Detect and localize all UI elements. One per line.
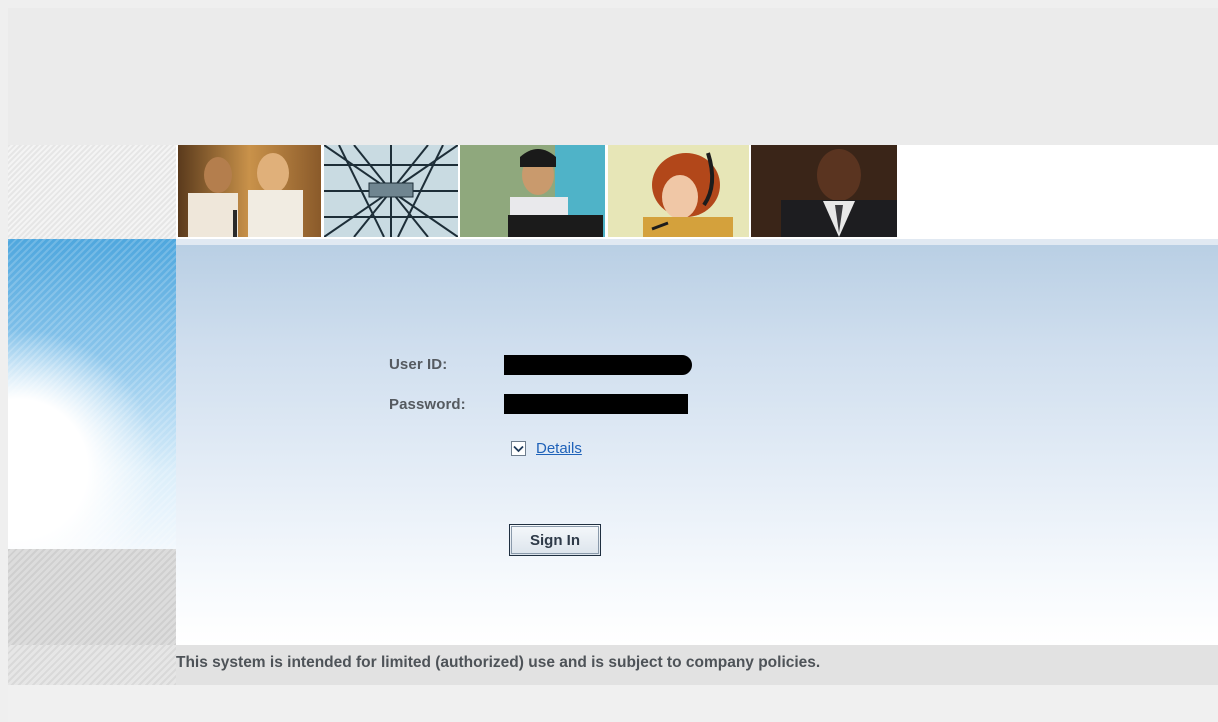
password-label: Password: (389, 396, 466, 413)
details-toggle[interactable]: Details (511, 440, 582, 457)
decor-globe-panel (8, 239, 176, 549)
bottom-band (8, 685, 1218, 722)
banner-photo-laptop (460, 145, 605, 237)
user-id-label: User ID: (389, 356, 448, 373)
footer-band: This system is intended for limited (aut… (8, 645, 1218, 685)
banner-photo-colleagues (178, 145, 321, 237)
photo-banner (8, 145, 1218, 239)
banner-pattern (8, 145, 176, 239)
decor-gray-panel (8, 549, 176, 645)
details-link[interactable]: Details (536, 440, 582, 457)
user-id-input[interactable] (504, 355, 692, 375)
login-panel: User ID: Password: Details Sign In (176, 239, 1218, 645)
usage-notice: This system is intended for limited (aut… (176, 654, 821, 671)
banner-photo-businessman (751, 145, 897, 237)
banner-photo-tower (324, 145, 458, 237)
footer-pattern (8, 645, 176, 685)
chevron-down-icon[interactable] (511, 441, 526, 456)
password-input[interactable] (504, 394, 688, 414)
header-band (8, 8, 1218, 145)
banner-photo-headset (608, 145, 749, 237)
sign-in-button[interactable]: Sign In (509, 524, 601, 556)
login-page: User ID: Password: Details Sign In This … (8, 8, 1218, 722)
